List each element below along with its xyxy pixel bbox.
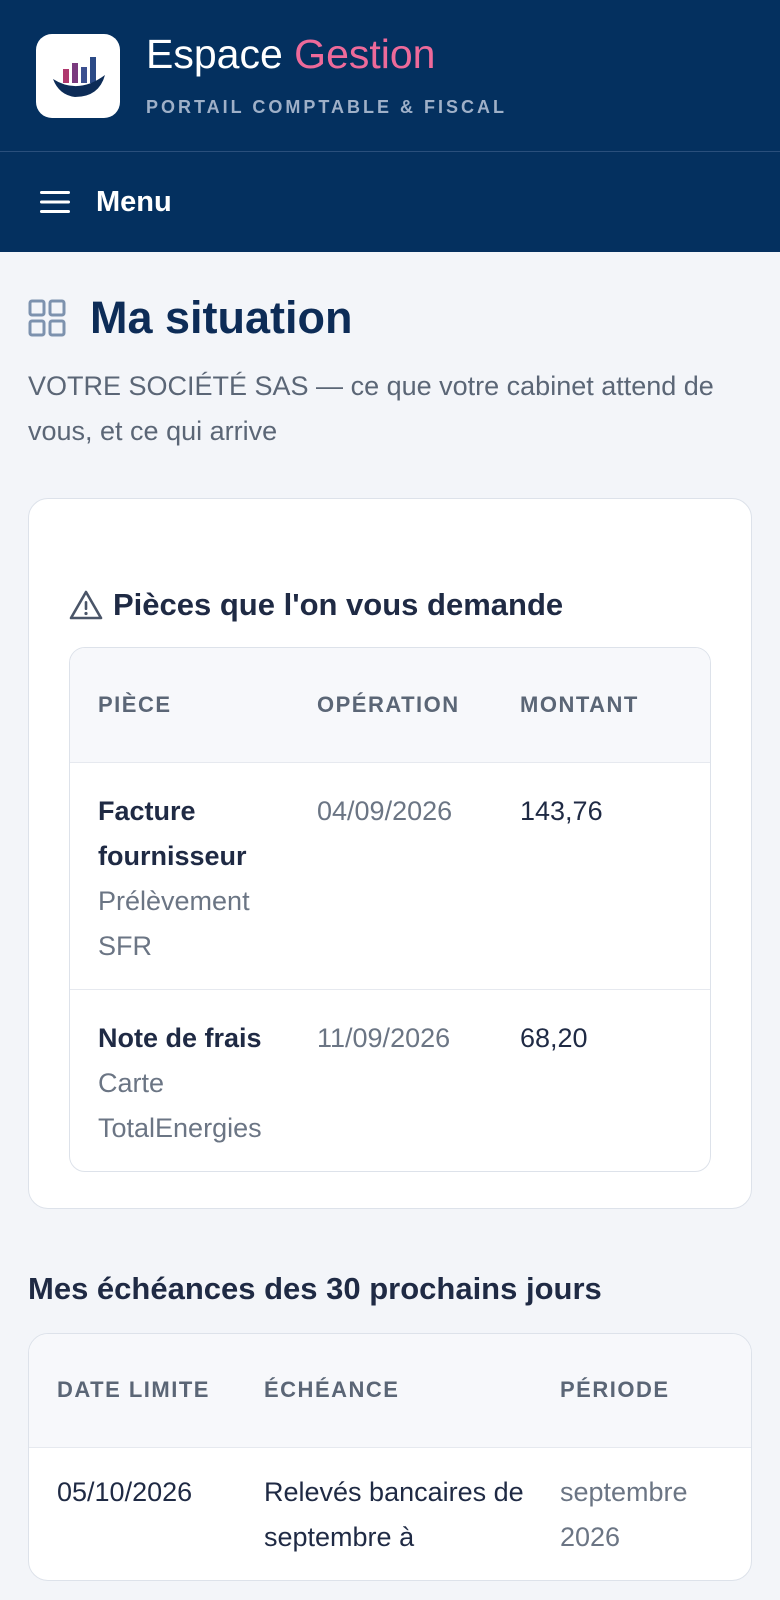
bar-chart-logo-icon [53, 56, 105, 97]
piece-cell: Facture fournisseur Prélèvement SFR [70, 761, 289, 989]
deadlines-table: DATE LIMITE ÉCHÉANCE PÉRIODE 05/10/2026 … [28, 1332, 752, 1581]
deadlines-title: Mes échéances des 30 prochains jours [28, 1270, 602, 1306]
table-row[interactable]: Facture fournisseur Prélèvement SFR 04/0… [70, 761, 710, 989]
piece-type: Facture fournisseur [98, 795, 247, 871]
warning-triangle-icon [69, 590, 103, 620]
table-row[interactable]: Note de frais Carte TotalEnergies 11/09/… [70, 988, 710, 1171]
hamburger-menu-icon [40, 191, 70, 213]
requested-documents-card: Pièces que l'on vous demande PIÈCE OPÉRA… [28, 498, 752, 1209]
operation-date: 11/09/2026 [289, 988, 492, 1171]
menu-label: Menu [96, 185, 172, 218]
main-content: Ma situation VOTRE SOCIÉTÉ SAS — ce que … [0, 292, 780, 1581]
amount: 68,20 [492, 988, 710, 1171]
table-header-row: PIÈCE OPÉRATION MONTANT [70, 648, 710, 762]
brand-name: Espace [146, 30, 283, 77]
deadline-date: 05/10/2026 [29, 1447, 236, 1580]
requested-documents-table: PIÈCE OPÉRATION MONTANT Facture fourniss… [69, 647, 711, 1172]
top-header: Espace Gestion PORTAIL COMPTABLE & FISCA… [0, 0, 780, 152]
column-header-period: PÉRIODE [532, 1333, 751, 1448]
brand-subtitle: PORTAIL COMPTABLE & FISCAL [146, 96, 507, 117]
page-subtitle: VOTRE SOCIÉTÉ SAS — ce que votre cabinet… [28, 371, 714, 446]
table-header-row: DATE LIMITE ÉCHÉANCE PÉRIODE [29, 1333, 751, 1448]
piece-detail: Carte TotalEnergies [98, 1067, 262, 1143]
piece-detail: Prélèvement SFR [98, 885, 250, 961]
dashboard-grid-icon [28, 299, 66, 337]
deadline-period: septembre 2026 [532, 1447, 751, 1580]
amount: 143,76 [492, 761, 710, 989]
column-header-amount: MONTANT [492, 648, 710, 762]
column-header-operation: OPÉRATION [289, 648, 492, 762]
column-header-deadline-date: DATE LIMITE [29, 1333, 236, 1448]
brand: Espace Gestion PORTAIL COMPTABLE & FISCA… [146, 30, 507, 118]
app-logo[interactable] [36, 33, 120, 118]
requested-documents-heading: Pièces que l'on vous demande [69, 587, 711, 623]
table-row[interactable]: 05/10/2026 Relevés bancaires de septembr… [29, 1447, 751, 1580]
brand-title: Espace Gestion [146, 30, 507, 77]
piece-cell: Note de frais Carte TotalEnergies [70, 988, 289, 1171]
operation-date: 04/09/2026 [289, 761, 492, 989]
page-header: Ma situation [28, 292, 752, 344]
brand-name-accent: Gestion [294, 30, 436, 77]
menu-button[interactable]: Menu [0, 152, 780, 252]
deadline-label: Relevés bancaires de septembre à [236, 1447, 532, 1580]
piece-type: Note de frais [98, 1022, 262, 1053]
column-header-piece: PIÈCE [70, 648, 289, 762]
column-header-deadline: ÉCHÉANCE [236, 1333, 532, 1448]
page-title: Ma situation [90, 292, 353, 343]
requested-documents-title: Pièces que l'on vous demande [113, 587, 564, 622]
